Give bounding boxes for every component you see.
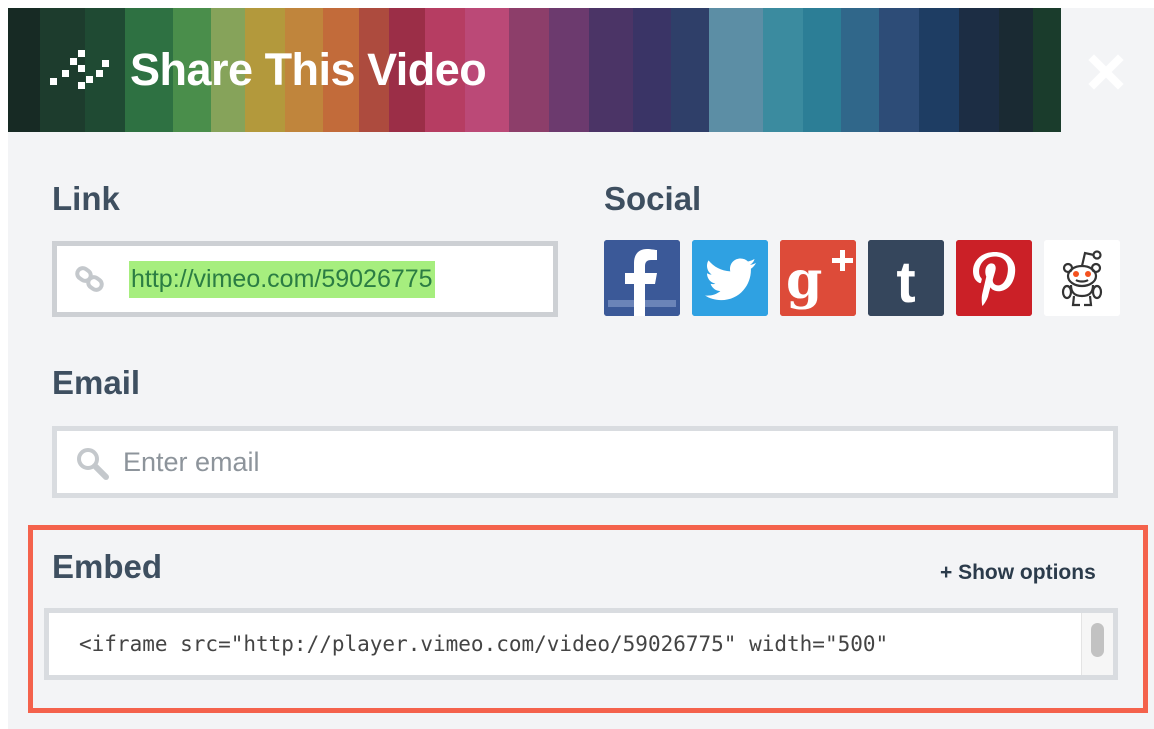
link-url[interactable]: http://vimeo.com/59026775: [129, 261, 435, 298]
link-icon: [75, 266, 104, 292]
reddit-icon: [1044, 240, 1120, 316]
tumblr-icon: t: [868, 240, 944, 316]
email-field[interactable]: [52, 426, 1118, 498]
embed-scrollbar[interactable]: [1081, 613, 1113, 675]
close-icon[interactable]: [1086, 52, 1126, 92]
link-label: Link: [52, 180, 120, 217]
show-options-link[interactable]: + Show options: [940, 560, 1096, 586]
link-field[interactable]: http://vimeo.com/59026775: [52, 241, 558, 317]
embed-label: Embed: [52, 548, 163, 585]
share-logo-icon: [50, 50, 109, 89]
search-icon: [77, 448, 109, 480]
reddit-button[interactable]: [1044, 240, 1120, 316]
google-plus-icon: g: [780, 240, 856, 316]
embed-code-text[interactable]: <iframe src="http://player.vimeo.com/vid…: [79, 630, 888, 658]
svg-text:t: t: [896, 250, 915, 315]
email-label: Email: [52, 364, 141, 401]
dialog-header-content: Share This Video: [8, 8, 1154, 132]
twitter-icon: [692, 240, 768, 316]
pinterest-button[interactable]: [956, 240, 1032, 316]
twitter-button[interactable]: [692, 240, 768, 316]
embed-scroll-thumb[interactable]: [1091, 623, 1104, 657]
embed-code-box[interactable]: <iframe src="http://player.vimeo.com/vid…: [44, 608, 1118, 680]
facebook-button[interactable]: [604, 240, 680, 316]
tumblr-button[interactable]: t: [868, 240, 944, 316]
facebook-icon: [604, 240, 680, 316]
dialog-title: Share This Video: [130, 44, 487, 95]
google-plus-button[interactable]: g: [780, 240, 856, 316]
pinterest-icon: [956, 240, 1032, 316]
svg-text:g: g: [786, 250, 822, 311]
social-label: Social: [604, 180, 702, 217]
share-dialog: Share This Video Link http://vimeo.com/5…: [8, 8, 1154, 729]
email-input[interactable]: [123, 442, 1083, 482]
